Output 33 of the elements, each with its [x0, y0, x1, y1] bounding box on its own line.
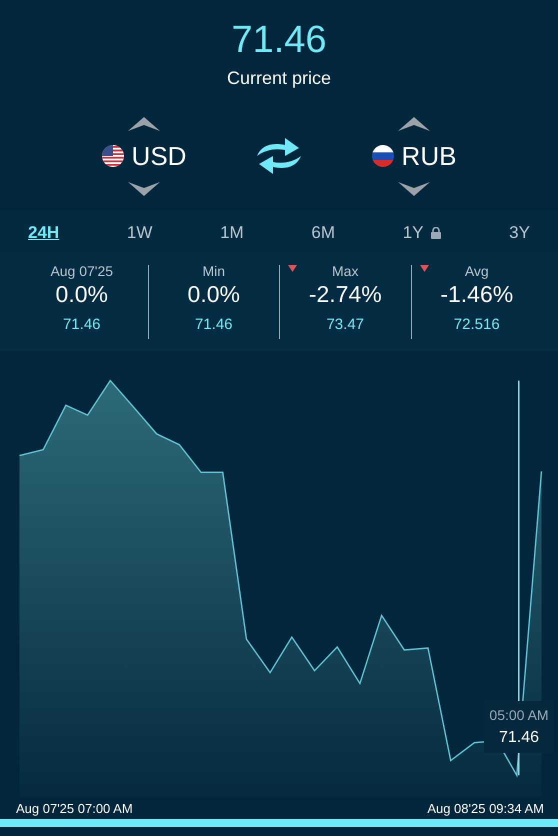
stat-change: -2.74%	[308, 281, 382, 308]
period-tab[interactable]: 1W	[126, 221, 152, 245]
stat-value: 73.47	[326, 316, 364, 333]
stat-label: Aug 07'25	[50, 263, 114, 279]
stat-label: Min	[202, 263, 226, 279]
chevron-up-icon[interactable]	[128, 114, 160, 130]
stat-label: Max	[332, 263, 358, 279]
chevron-down-icon[interactable]	[398, 182, 430, 198]
stat-change: 0.0%	[188, 281, 240, 308]
price-label: Current price	[226, 68, 332, 89]
period-tab[interactable]: 6M	[311, 221, 335, 245]
swap-icon[interactable]	[255, 136, 303, 176]
currency-code[interactable]: RUB	[402, 140, 456, 172]
stat-value: 72.516	[454, 316, 500, 333]
flag-icon	[102, 145, 124, 167]
period-tab[interactable]: 3Y	[509, 221, 530, 245]
tooltip-time: 05:00 AM	[489, 707, 549, 723]
chevron-down-icon[interactable]	[128, 182, 160, 198]
stat-value: 71.46	[194, 316, 233, 333]
current-price: 71.46	[231, 18, 327, 62]
flag-icon	[372, 145, 394, 167]
period-tab[interactable]: 1Y	[402, 221, 442, 245]
stat-change: -1.46%	[440, 281, 514, 308]
currency-code[interactable]: USD	[132, 140, 186, 172]
axis-start-label: Aug 07'25 07:00 AM	[16, 800, 133, 816]
stat-label: Avg	[464, 263, 489, 279]
axis-end-label: Aug 08'25 09:34 AM	[427, 800, 544, 816]
period-tab[interactable]: 1M	[220, 221, 244, 245]
tooltip-value: 71.46	[498, 729, 540, 747]
period-tab[interactable]: 24H	[28, 221, 60, 245]
chevron-up-icon[interactable]	[398, 114, 430, 130]
stat-value: 71.46	[62, 316, 101, 333]
stat-change: 0.0%	[56, 281, 108, 308]
